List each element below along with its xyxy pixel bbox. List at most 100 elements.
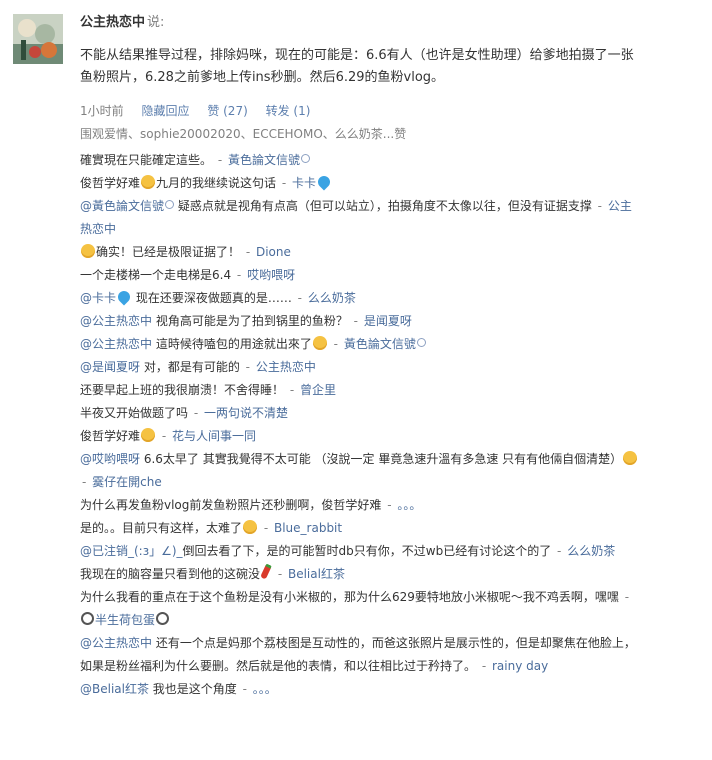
comment-author[interactable]: Dione — [256, 245, 291, 259]
comment-text: 为什么我看的重点在于这个鱼粉是没有小米椒的，那为什么629要特地放小米椒呢～我不… — [80, 590, 619, 604]
repost-link[interactable]: 转发 (1) — [266, 104, 311, 118]
comment-separator: - — [260, 521, 272, 535]
comment-row: @是闻夏呀 对，都是有可能的 - 公主热恋中 — [80, 356, 640, 379]
face-emoji-icon — [81, 244, 95, 258]
comment-author[interactable]: 一两句说不清楚 — [204, 406, 288, 420]
comment-separator: - — [238, 682, 251, 696]
comment-author[interactable]: Blue_rabbit — [274, 521, 342, 535]
comment-author[interactable]: 公主热恋中 — [256, 360, 316, 374]
comment-separator: - — [274, 567, 286, 581]
comment-text: 还有一个点是妈那个荔枝图是互动性的，而爸这张照片是展示性的，但是却聚焦在他脸上，… — [80, 636, 636, 673]
comment-row: 为什么再发鱼粉vlog前发鱼粉照片还秒删啊，俊哲学好难 - 。。。 — [80, 494, 640, 517]
comment-mention[interactable]: @黃色論文信號 — [80, 199, 164, 213]
comment-author[interactable]: Belial红茶 — [288, 567, 345, 581]
comment-author[interactable]: 霙仔在開che — [92, 475, 162, 489]
comment-mention[interactable]: @公主热恋中 — [80, 337, 152, 351]
comment-text: 確實現在只能確定這些。 — [80, 153, 213, 167]
avatar[interactable] — [13, 14, 63, 64]
comment-text: 俊哲学好难 — [80, 429, 141, 443]
comment-text: 俊哲学好难 — [80, 176, 141, 190]
face-emoji-icon — [312, 336, 327, 350]
comment-author[interactable]: 曾企里 — [300, 383, 336, 397]
comment-separator: - — [349, 314, 362, 328]
comment-separator: - — [553, 544, 566, 558]
comment-author[interactable]: rainy day — [492, 659, 548, 673]
avatar-image — [13, 14, 63, 64]
comment-text: 半夜又开始做题了吗 — [80, 406, 189, 420]
comment-row: @黃色論文信號 疑惑点就是视角有点高（但可以站立），拍摄角度不太像以往，但没有证… — [80, 195, 640, 241]
comment-author[interactable]: 。。。 — [397, 498, 421, 512]
comment-row: @公主热恋中 這時候待嗑包的用途就出來了 - 黃色論文信號 — [80, 333, 640, 356]
face-emoji-icon — [141, 175, 156, 189]
comment-separator: - — [620, 590, 630, 604]
comment-text: 对，都是有可能的 — [140, 360, 240, 374]
comment-separator: - — [158, 429, 170, 443]
comment-mention[interactable]: @是闻夏呀 — [80, 360, 140, 374]
comment-mention[interactable]: @哎哟喂呀 — [80, 452, 140, 466]
comment-row: @公主热恋中 视角高可能是为了拍到锅里的鱼粉？ - 是闻夏呀 — [80, 310, 640, 333]
comment-mention[interactable]: @Belial红茶 — [80, 682, 149, 696]
comment-mention[interactable]: @已注销_(:з」∠)_ — [80, 544, 183, 558]
comment-separator: - — [286, 383, 298, 397]
comment-text: 是的。。目前只有这样，太难了 — [80, 521, 243, 535]
comment-text: 为什么再发鱼粉vlog前发鱼粉照片还秒删啊，俊哲学好难 — [80, 498, 382, 512]
comment-separator: - — [214, 153, 226, 167]
comment-separator: - — [593, 199, 606, 213]
comment-separator: - — [383, 498, 396, 512]
face-emoji-icon — [141, 428, 156, 442]
comment-separator: - — [241, 360, 254, 374]
comment-author[interactable]: 黃色論文信號 — [228, 153, 300, 167]
comment-text: 九月的我继续说这句话 — [156, 176, 277, 190]
comment-row: 確實現在只能確定這些。 - 黃色論文信號 — [80, 149, 640, 172]
verified-badge-icon — [416, 338, 426, 347]
face-emoji-icon — [243, 520, 258, 534]
comment-separator: - — [242, 245, 254, 259]
comment-separator: - — [329, 337, 342, 351]
post-meta: 1小时前 隐藏回应 赞 (27) 转发 (1) — [80, 102, 700, 120]
comment-text: 一个走楼梯一个走电梯是6.4 — [80, 268, 232, 282]
said-label: 说: — [147, 15, 165, 30]
post-time: 1小时前 — [80, 104, 124, 118]
comment-separator: - — [478, 659, 490, 673]
comment-row: 半夜又开始做题了吗 - 一两句说不清楚 — [80, 402, 640, 425]
search-icon — [156, 612, 170, 625]
comment-row: @哎哟喂呀 6.6太早了 其實我覺得不太可能 （沒說一定 畢竟急速升溫有多急速 … — [80, 448, 640, 494]
comment-mention[interactable]: @公主热恋中 — [80, 636, 152, 650]
comment-text: 我现在的脑容量只看到他的这碗没 — [80, 567, 261, 581]
comment-author[interactable]: 卡卡 — [292, 176, 316, 190]
comment-row: 俊哲学好难 九月的我继续说这句话 - 卡卡 — [80, 172, 640, 195]
comment-row: @已注销_(:з」∠)_倒回去看了下，是的可能暂时db只有你，不过wb已经有讨论… — [80, 540, 640, 563]
verified-badge-icon — [165, 200, 175, 209]
comment-row: 我现在的脑容量只看到他的这碗没 - Belial红茶 — [80, 563, 640, 586]
post-text: 不能从结果推导过程，排除妈咪，现在的可能是：6.6有人（也许是女性助理）给爹地拍… — [80, 48, 634, 85]
comment-author[interactable]: 黃色論文信號 — [344, 337, 416, 351]
comment-text: 我也是这个角度 — [148, 682, 237, 696]
comment-text: 疑惑点就是视角有点高（但可以站立），拍摄角度不太像以往，但没有证据支撑 — [174, 199, 592, 213]
comment-mention[interactable]: @卡卡 — [80, 291, 116, 305]
comment-author[interactable]: 半生荷包蛋 — [95, 613, 155, 627]
verified-badge-icon — [301, 154, 310, 163]
comment-text: 這時候待嗑包的用途就出來了 — [152, 337, 312, 351]
comment-author[interactable]: 么么奶茶 — [308, 291, 356, 305]
comment-row: @Belial红茶 我也是这个角度 - 。。。 — [80, 678, 640, 701]
comment-author[interactable]: 。。。 — [253, 682, 277, 696]
comment-text: 倒回去看了下，是的可能暂时db只有你，不过wb已经有讨论这个的了 — [182, 544, 552, 558]
comment-author[interactable]: 是闻夏呀 — [364, 314, 412, 328]
comment-separator: - — [190, 406, 202, 420]
comment-mention[interactable]: @公主热恋中 — [80, 314, 152, 328]
comment-row: @卡卡 现在还要深夜做题真的是…… - 么么奶茶 — [80, 287, 640, 310]
likers-list: 围观爱情、sophie20002020、ECCEHOMO、么么奶茶...赞 — [80, 127, 407, 141]
like-link[interactable]: 赞 (27) — [207, 104, 247, 118]
comment-author[interactable]: 哎哟喂呀 — [247, 268, 295, 282]
author-name[interactable]: 公主热恋中 — [80, 15, 145, 30]
search-icon — [81, 612, 94, 625]
status-main: 公主热恋中 说: 不能从结果推导过程，排除妈咪，现在的可能是：6.6有人（也许是女… — [80, 14, 700, 701]
comment-author[interactable]: 花与人间事一同 — [172, 429, 256, 443]
comment-separator: - — [233, 268, 246, 282]
comment-author[interactable]: 么么奶茶 — [567, 544, 615, 558]
comment-row: 一个走楼梯一个走电梯是6.4 - 哎哟喂呀 — [80, 264, 640, 287]
comment-separator: - — [293, 291, 306, 305]
user-emblem-icon — [315, 173, 333, 191]
hide-replies-link[interactable]: 隐藏回应 — [141, 104, 189, 118]
comment-separator: - — [82, 475, 91, 489]
